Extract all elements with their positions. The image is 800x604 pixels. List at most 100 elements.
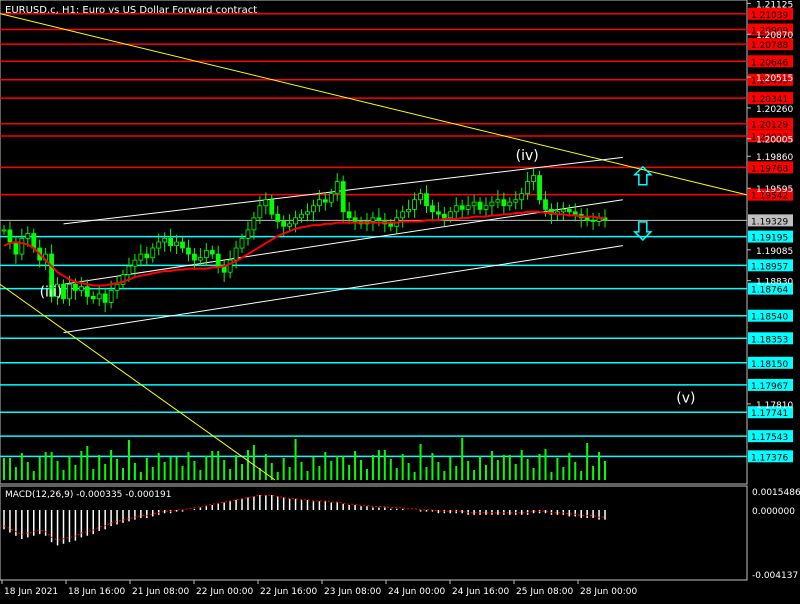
candle-body [305,211,310,215]
time-axis: 18 Jun 2021 18 Jun 16:00 21 Jun 08:00 22 Ju… [1,580,637,597]
volume-bar [56,461,59,480]
volume-bar [246,450,249,480]
candle-body [447,211,453,219]
wave-label-2: (v) [676,391,695,407]
volume-bar [229,469,232,480]
volume-bar [38,457,41,480]
volume-bar [98,455,101,480]
candle-body [108,289,114,303]
volume-bar [526,459,529,480]
volume-bar [574,462,577,480]
y-tick-label-0: 1.21125 [756,0,793,10]
y-tick-label-6: 1.19595 [756,185,793,195]
volume-bar [50,452,53,480]
candle-body [424,193,429,207]
price-chart[interactable]: (iii)(iv)(v) 1.210391.209091.207881.2064… [0,0,800,600]
candles [1,168,608,313]
resistance-level-0-label: 1.21039 [751,11,788,21]
volume-bar [181,466,184,480]
candle-body [144,253,150,259]
candle-body [459,205,465,210]
candle-body [483,205,489,210]
volume-bar [205,456,208,480]
x-tick-label-8: 25 Jun 08:00 [516,587,573,597]
volume-bar [122,468,125,480]
candle-body [334,181,340,195]
candle-body [156,241,162,249]
candle-body [430,205,435,213]
y-tick-label-4: 1.20005 [756,136,793,146]
x-tick-label-0: 18 Jun 2021 [4,587,58,597]
volume-bar [3,458,5,480]
candle-body [525,181,531,195]
volume-bar [604,461,606,480]
volume-bar [449,457,452,480]
candle-body [174,241,179,247]
main-pane-frame [0,0,748,485]
candle-body [376,217,382,221]
candle-body [31,233,37,249]
wave-label-1: (iv) [516,148,539,164]
volume-bar [473,470,476,480]
volume-bar [139,472,142,480]
chart-window[interactable]: (iii) (iv) (v) 1.21039 1.20909 1.20788 1.2064… [0,0,800,600]
candle-body [1,229,7,232]
volume-bar [163,462,166,480]
x-tick-label-6: 24 Jun 00:00 [388,587,445,597]
volume-bar [365,469,368,480]
volume-bar [175,457,178,480]
volume-bar [32,471,35,480]
support-level-3-label: 1.18540 [751,313,788,323]
x-tick-label-1: 18 Jun 16:00 [68,587,125,597]
x-tick-label-3: 22 Jun 00:00 [196,587,253,597]
support-level-9-label: 1.17376 [751,453,788,463]
volume-bar [514,464,517,480]
volume-bar [342,456,345,480]
volume-bar [580,471,583,480]
volume-bar [211,451,214,480]
candle-body [90,295,96,300]
candle-body [412,199,417,210]
current-price-label: 1.19329 [751,217,788,227]
candle-body [513,199,519,203]
volume-bar [62,470,65,480]
volume-bar [479,456,482,480]
candle-body [584,217,590,221]
candle-body [388,223,394,227]
macd-histogram [3,494,606,546]
macd-axis-top: 0.0015486 [752,488,800,498]
volume-bar [44,452,47,480]
volume-bar [538,454,541,480]
candle-body [197,257,203,261]
volume-bar [86,446,89,480]
candle-body [531,175,536,182]
moving-average-line [3,210,605,287]
candle-body [162,237,168,243]
candle-body [495,199,501,203]
volume-bar [223,460,226,480]
x-tick-label-2: 21 Jun 08:00 [132,587,189,597]
volume-bar [276,472,279,480]
volume-bar [300,462,303,480]
volume-bar [484,465,487,480]
candle-body [299,213,304,219]
candle-body [180,241,185,249]
candle-body [453,205,459,213]
candle-body [471,201,477,207]
volume-bar [568,453,571,480]
candle-body [281,221,287,227]
candle-body [257,205,263,219]
y-tick-label-3: 1.20260 [756,105,793,115]
volume-bar [235,455,238,480]
symbol-title: EURUSD.c, H1: Euro vs US Dollar Forward … [5,5,257,16]
volume-bar [20,453,23,480]
volume-bar [92,469,95,480]
candle-body [352,217,358,222]
volume-bar [401,454,404,480]
candle-body [418,193,423,201]
volume-bar [104,464,107,480]
volume-bar [354,451,357,480]
horizontal-levels [0,13,747,458]
macd-signal-line [3,494,605,541]
macd-axis-zero: 0.000000 [752,507,795,517]
